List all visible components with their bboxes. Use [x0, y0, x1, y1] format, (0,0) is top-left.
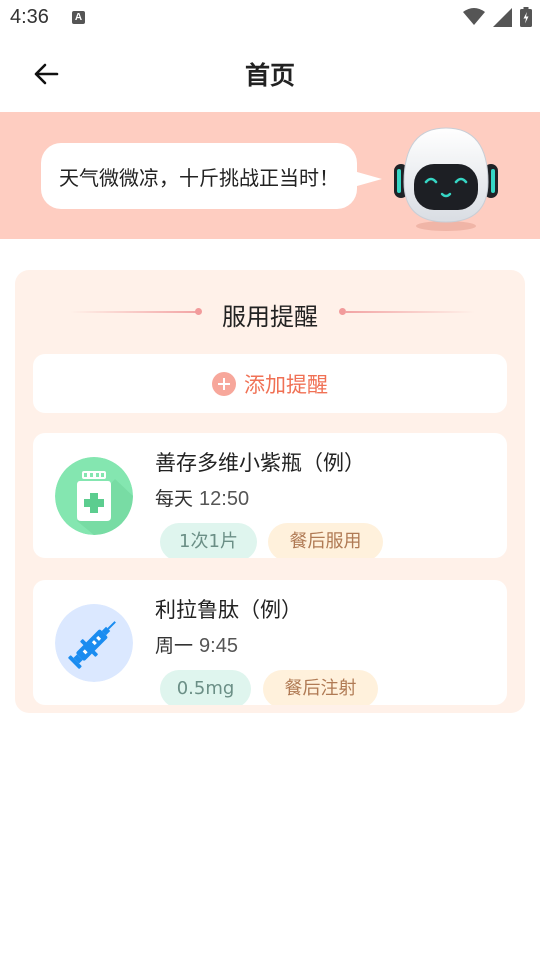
- medicine-bottle-icon: [55, 457, 133, 535]
- reminder-card[interactable]: 善存多维小紫瓶（例） 每天 12:50 1次1片 餐后服用: [33, 433, 507, 558]
- dose-tag: 0.5mg: [160, 670, 251, 705]
- schedule-time: 9:45: [199, 635, 238, 657]
- greeting-banner: 天气微微凉，十斤挑战正当时！: [0, 112, 540, 239]
- robot-mascot-icon[interactable]: [390, 122, 502, 234]
- app-bar: 首页: [0, 36, 540, 112]
- battery-icon: [520, 7, 532, 27]
- section-title: 服用提醒: [222, 303, 318, 331]
- decorative-line: [345, 311, 475, 313]
- medicine-schedule: 每天 12:50: [155, 484, 249, 511]
- status-bar: 4:36 A: [0, 0, 540, 36]
- status-time: 4:36: [10, 6, 49, 28]
- add-reminder-button[interactable]: 添加提醒: [33, 354, 507, 413]
- medicine-name: 善存多维小紫瓶（例）: [155, 451, 365, 475]
- section-header: 服用提醒: [15, 294, 525, 331]
- timing-tag: 餐后服用: [268, 523, 383, 558]
- plus-circle-icon: [212, 371, 236, 396]
- reminder-card[interactable]: 利拉鲁肽（例） 周一 9:45 0.5mg 餐后注射: [33, 580, 507, 705]
- schedule-frequency: 周一: [155, 635, 194, 657]
- page-title: 首页: [244, 61, 295, 90]
- signal-icon: [493, 7, 512, 27]
- schedule-time: 12:50: [199, 488, 250, 510]
- syringe-icon: [55, 604, 133, 682]
- timing-tag: 餐后注射: [263, 670, 378, 705]
- reminder-panel: 服用提醒 添加提醒 善存多维小紫瓶（例） 每天12:50 1次1片 餐后服用: [15, 270, 525, 713]
- status-icons: [463, 6, 532, 28]
- notification-app-icon: A: [72, 11, 85, 24]
- dose-tag: 1次1片: [160, 523, 257, 558]
- speech-bubble: 天气微微凉，十斤挑战正当时！: [41, 143, 357, 209]
- wifi-icon: [463, 8, 485, 25]
- banner-message: 天气微微凉，十斤挑战正当时！: [59, 165, 339, 190]
- add-reminder-label: 添加提醒: [244, 372, 328, 397]
- medicine-schedule: 周一 9:45: [155, 631, 238, 658]
- schedule-frequency: 每天: [155, 488, 194, 510]
- medicine-name: 利拉鲁肽（例）: [155, 598, 302, 622]
